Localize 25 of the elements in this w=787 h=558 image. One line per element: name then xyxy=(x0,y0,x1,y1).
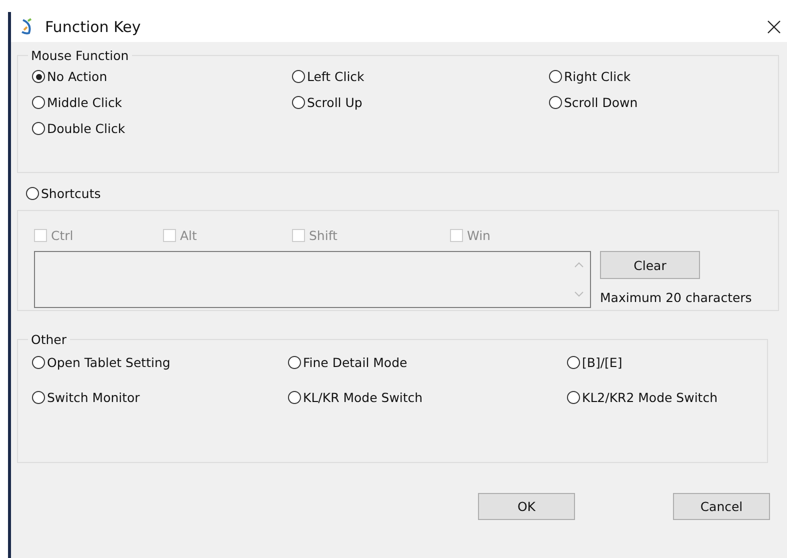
radio-option[interactable]: KL/KR Mode Switch xyxy=(288,390,423,405)
radio-option[interactable]: Left Click xyxy=(292,69,364,84)
radio-option[interactable]: Fine Detail Mode xyxy=(288,355,408,370)
dialog-button[interactable]: Cancel xyxy=(673,493,770,520)
radio-option[interactable]: Scroll Up xyxy=(292,95,362,110)
scroll-down-icon xyxy=(574,291,584,297)
close-icon xyxy=(767,20,781,34)
scroll-up-icon xyxy=(574,262,584,268)
window-title: Function Key xyxy=(45,18,142,36)
radio-option[interactable]: Double Click xyxy=(32,121,126,136)
radio-option[interactable]: No Action xyxy=(32,69,108,84)
dialog-button[interactable]: OK xyxy=(478,493,575,520)
radio-option[interactable]: Scroll Down xyxy=(549,95,638,110)
radio-option[interactable]: Shortcuts xyxy=(26,186,101,201)
hint-text: Maximum 20 characters xyxy=(600,290,752,305)
radio-option[interactable]: Middle Click xyxy=(32,95,122,110)
clear-button[interactable]: Clear xyxy=(600,251,700,279)
shortcut-input-field[interactable] xyxy=(34,251,591,308)
radio-option[interactable]: Right Click xyxy=(549,69,631,84)
group-title: Other xyxy=(30,332,68,347)
radio-option[interactable]: Switch Monitor xyxy=(32,390,140,405)
radio-option[interactable]: Open Tablet Setting xyxy=(32,355,170,370)
group-title: Mouse Function xyxy=(30,48,130,63)
radio-option[interactable]: KL2/KR2 Mode Switch xyxy=(567,390,718,405)
radio-option[interactable]: [B]/[E] xyxy=(567,355,622,370)
